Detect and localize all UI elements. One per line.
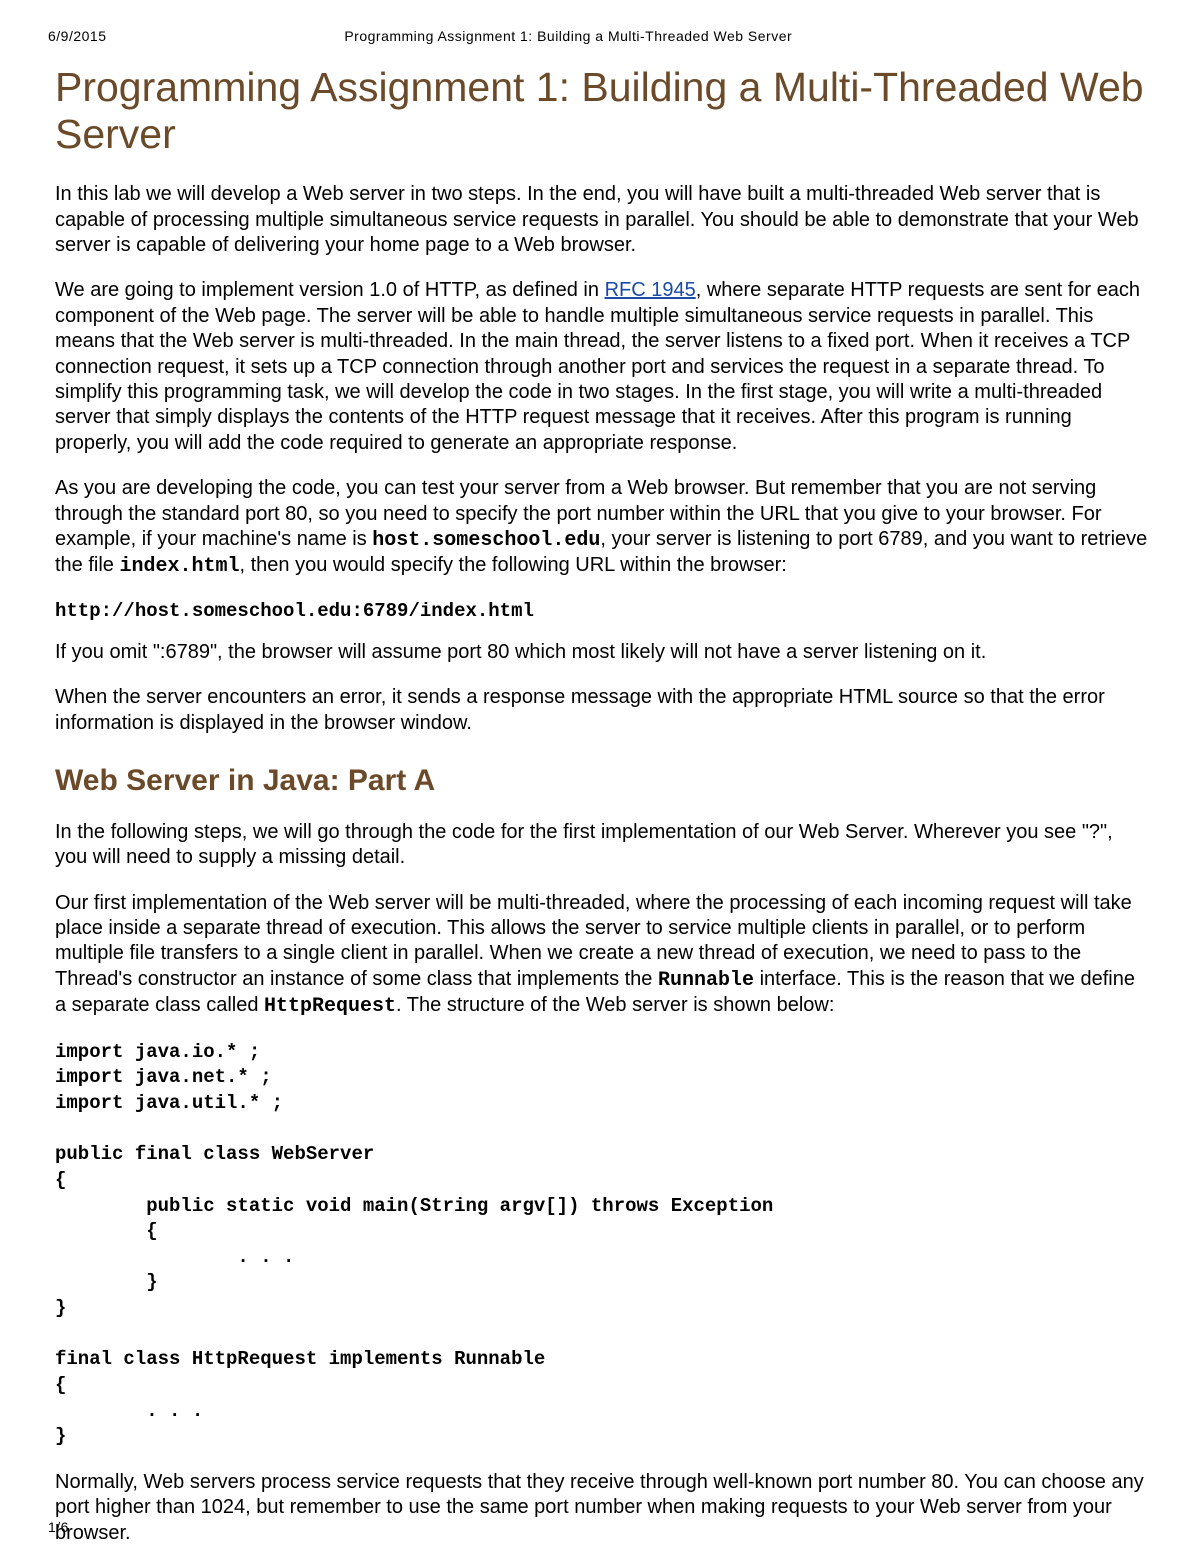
filename-code: index.html <box>119 555 239 578</box>
intro-paragraph-3: As you are developing the code, you can … <box>55 476 1150 580</box>
port-choice-paragraph: Normally, Web servers process service re… <box>55 1470 1150 1546</box>
part-a-paragraph-1: In the following steps, we will go throu… <box>55 820 1150 871</box>
text-run: . The structure of the Web server is sho… <box>396 994 834 1016</box>
java-skeleton-code: import java.io.* ; import java.net.* ; i… <box>55 1040 1150 1450</box>
rfc-1945-link[interactable]: RFC 1945 <box>605 279 696 301</box>
intro-paragraph-1: In this lab we will develop a Web server… <box>55 182 1150 258</box>
page-number: 1/6 <box>48 1519 69 1535</box>
section-part-a-heading: Web Server in Java: Part A <box>55 764 1150 798</box>
hostname-code: host.someschool.edu <box>372 529 600 552</box>
error-note-paragraph: When the server encounters an error, it … <box>55 685 1150 736</box>
header-doc-title: Programming Assignment 1: Building a Mul… <box>47 28 1091 44</box>
part-a-paragraph-2: Our first implementation of the Web serv… <box>55 891 1150 1020</box>
print-header: 6/9/2015 Programming Assignment 1: Build… <box>0 0 1200 44</box>
text-run: We are going to implement version 1.0 of… <box>55 279 605 301</box>
page-title: Programming Assignment 1: Building a Mul… <box>55 64 1150 158</box>
text-run: , then you would specify the following U… <box>240 554 787 576</box>
header-spacer <box>1090 28 1150 44</box>
intro-paragraph-2: We are going to implement version 1.0 of… <box>55 278 1150 456</box>
text-run: , where separate HTTP requests are sent … <box>55 279 1140 453</box>
httprequest-code: HttpRequest <box>264 995 396 1018</box>
runnable-code: Runnable <box>658 969 754 992</box>
document-body: Programming Assignment 1: Building a Mul… <box>0 44 1200 1546</box>
example-url: http://host.someschool.edu:6789/index.ht… <box>55 600 1150 622</box>
port-note-paragraph: If you omit ":6789", the browser will as… <box>55 640 1150 665</box>
